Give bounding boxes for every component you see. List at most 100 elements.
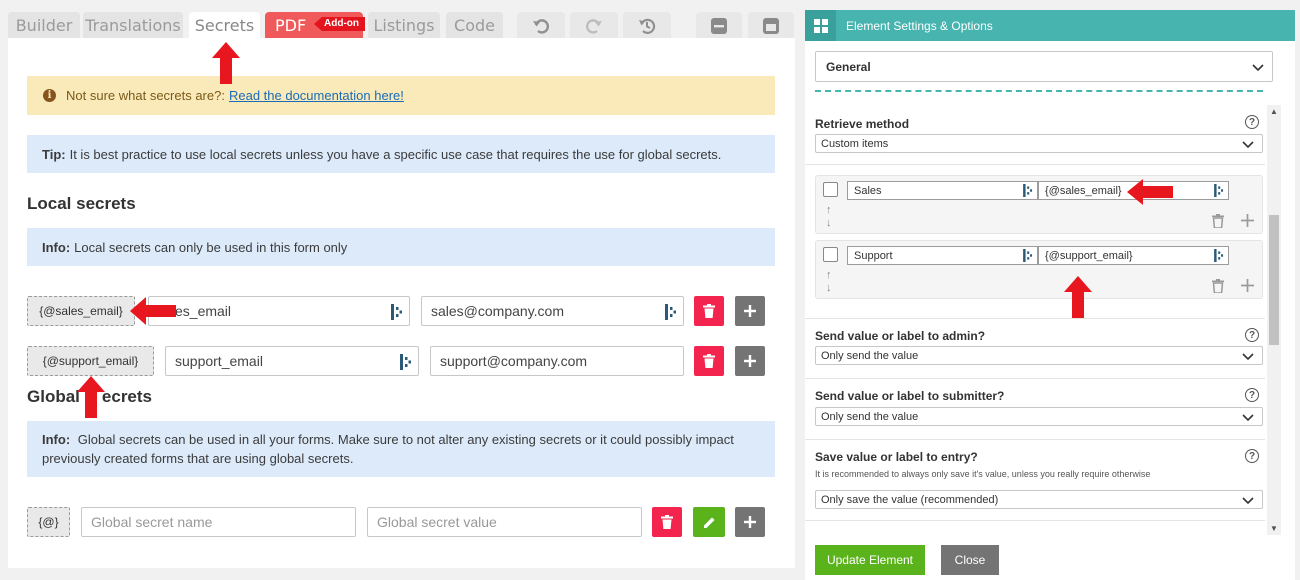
item-label-input[interactable]: Support: [847, 246, 1038, 265]
chevron-down-icon: [1242, 140, 1254, 148]
item-checkbox[interactable]: [823, 247, 838, 262]
secret-name-value: support_email: [175, 353, 263, 369]
redo-button[interactable]: [570, 12, 618, 40]
divider: [805, 318, 1265, 319]
undo-icon: [533, 19, 550, 34]
global-secret-name-input[interactable]: Global secret name: [81, 507, 356, 537]
secret-name-value: es_email: [175, 303, 232, 319]
dynamic-value-icon[interactable]: [1023, 184, 1033, 197]
entry-option-select[interactable]: Only save the value (recommended): [815, 490, 1263, 509]
admin-option-value: Only send the value: [821, 349, 919, 362]
divider: [805, 378, 1265, 379]
grid-icon: [805, 10, 836, 41]
item-value-input[interactable]: {@support_email}: [1038, 246, 1229, 265]
tab-translations[interactable]: Translations: [83, 12, 183, 40]
dynamic-value-icon[interactable]: [391, 304, 403, 320]
dynamic-value-icon[interactable]: [1214, 184, 1224, 197]
reorder-arrows-icon[interactable]: ↑ ↓: [826, 204, 832, 230]
dynamic-value-icon[interactable]: [665, 304, 677, 320]
submitter-option-value: Only send the value: [821, 410, 919, 423]
update-element-button[interactable]: Update Element: [815, 545, 925, 575]
global-value-placeholder: Global secret value: [377, 514, 497, 530]
help-icon[interactable]: ?: [1245, 449, 1259, 463]
custom-item-row: Support {@support_email} ↑ ↓: [815, 240, 1263, 299]
trash-icon: [661, 515, 673, 529]
annotation-arrow-up: [1064, 276, 1092, 318]
add-secret-button[interactable]: [735, 296, 765, 326]
delete-global-secret-button[interactable]: [652, 507, 682, 537]
secret-name-input[interactable]: es_email: [148, 296, 410, 326]
item-label-text: Support: [854, 249, 893, 262]
tab-code[interactable]: Code: [446, 12, 503, 40]
trash-icon: [703, 354, 715, 368]
secret-tag[interactable]: {@support_email}: [27, 346, 154, 376]
secret-value-input[interactable]: sales@company.com: [421, 296, 684, 326]
trash-icon[interactable]: [1212, 214, 1224, 228]
chevron-down-icon: [1242, 496, 1254, 504]
plus-icon: [744, 355, 756, 367]
tab-secrets[interactable]: Secrets: [189, 12, 260, 40]
scroll-up-icon[interactable]: ▲: [1270, 107, 1278, 116]
retrieve-method-select[interactable]: Custom items: [815, 134, 1263, 153]
edit-global-secret-button[interactable]: [693, 507, 725, 537]
scroll-down-icon[interactable]: ▼: [1270, 524, 1278, 533]
dynamic-value-icon[interactable]: [1214, 249, 1224, 262]
help-icon[interactable]: ?: [1245, 328, 1259, 342]
settings-title: Element Settings & Options: [846, 18, 993, 33]
help-icon[interactable]: ?: [1245, 388, 1259, 402]
annotation-arrow-left: [130, 297, 176, 325]
item-checkbox[interactable]: [823, 182, 838, 197]
annotation-arrow-left: [1127, 179, 1173, 205]
documentation-link[interactable]: Read the documentation here!: [229, 88, 404, 103]
settings-group-select[interactable]: General: [815, 51, 1273, 82]
admin-option-select[interactable]: Only send the value: [815, 346, 1263, 365]
plus-icon[interactable]: [1241, 279, 1254, 292]
dynamic-value-icon[interactable]: [400, 354, 412, 370]
reorder-arrows-icon[interactable]: ↑ ↓: [826, 269, 832, 295]
history-button[interactable]: [623, 12, 671, 40]
maximize-button[interactable]: [748, 12, 794, 40]
secret-name-input[interactable]: support_email: [165, 346, 419, 376]
settings-scrollbar[interactable]: ▲ ▼: [1267, 105, 1281, 535]
retrieve-method-value: Custom items: [821, 137, 889, 150]
entry-option-label: Save value or label to entry?: [815, 450, 978, 464]
global-secret-value-input[interactable]: Global secret value: [367, 507, 642, 537]
item-label-input[interactable]: Sales: [847, 181, 1038, 200]
addon-badge: Add-on: [314, 17, 365, 31]
tab-builder[interactable]: Builder: [8, 12, 80, 40]
global-info-label: Info:: [42, 432, 71, 447]
undo-button[interactable]: [517, 12, 565, 40]
tab-listings[interactable]: Listings: [368, 12, 440, 40]
plus-icon: [744, 516, 756, 528]
entry-option-help: It is recommended to always only save it…: [815, 469, 1151, 479]
maximize-icon: [763, 18, 779, 34]
section-divider: [815, 90, 1263, 92]
delete-secret-button[interactable]: [694, 346, 724, 376]
scrollbar-thumb[interactable]: [1269, 215, 1279, 345]
tip-label: Tip:: [42, 146, 66, 162]
tip-notice: Tip: It is best practice to use local se…: [27, 135, 775, 173]
submitter-option-select[interactable]: Only send the value: [815, 407, 1263, 426]
minimize-button[interactable]: [696, 12, 742, 40]
help-icon[interactable]: ?: [1245, 115, 1259, 129]
divider: [805, 520, 1265, 521]
secret-tag[interactable]: {@sales_email}: [27, 296, 135, 326]
plus-icon[interactable]: [1241, 214, 1254, 227]
secret-value-input[interactable]: support@company.com: [430, 346, 684, 376]
add-global-secret-button[interactable]: [735, 507, 765, 537]
add-secret-button[interactable]: [735, 346, 765, 376]
trash-icon: [703, 304, 715, 318]
warning-notice: i Not sure what secrets are?: Read the d…: [27, 76, 775, 115]
trash-icon[interactable]: [1212, 279, 1224, 293]
delete-secret-button[interactable]: [694, 296, 724, 326]
close-button[interactable]: Close: [941, 545, 999, 575]
dynamic-value-icon[interactable]: [1023, 249, 1033, 262]
global-secret-tag[interactable]: {@}: [27, 507, 70, 537]
local-secrets-title: Local secrets: [27, 194, 136, 213]
item-label-text: Sales: [854, 184, 882, 197]
annotation-arrow-up: [77, 376, 105, 418]
tab-pdf[interactable]: PDF Add-on: [265, 12, 365, 40]
history-icon: [639, 18, 656, 34]
custom-item-row: Sales {@sales_email} ↑ ↓: [815, 175, 1263, 234]
chevron-down-icon: [1252, 63, 1264, 71]
